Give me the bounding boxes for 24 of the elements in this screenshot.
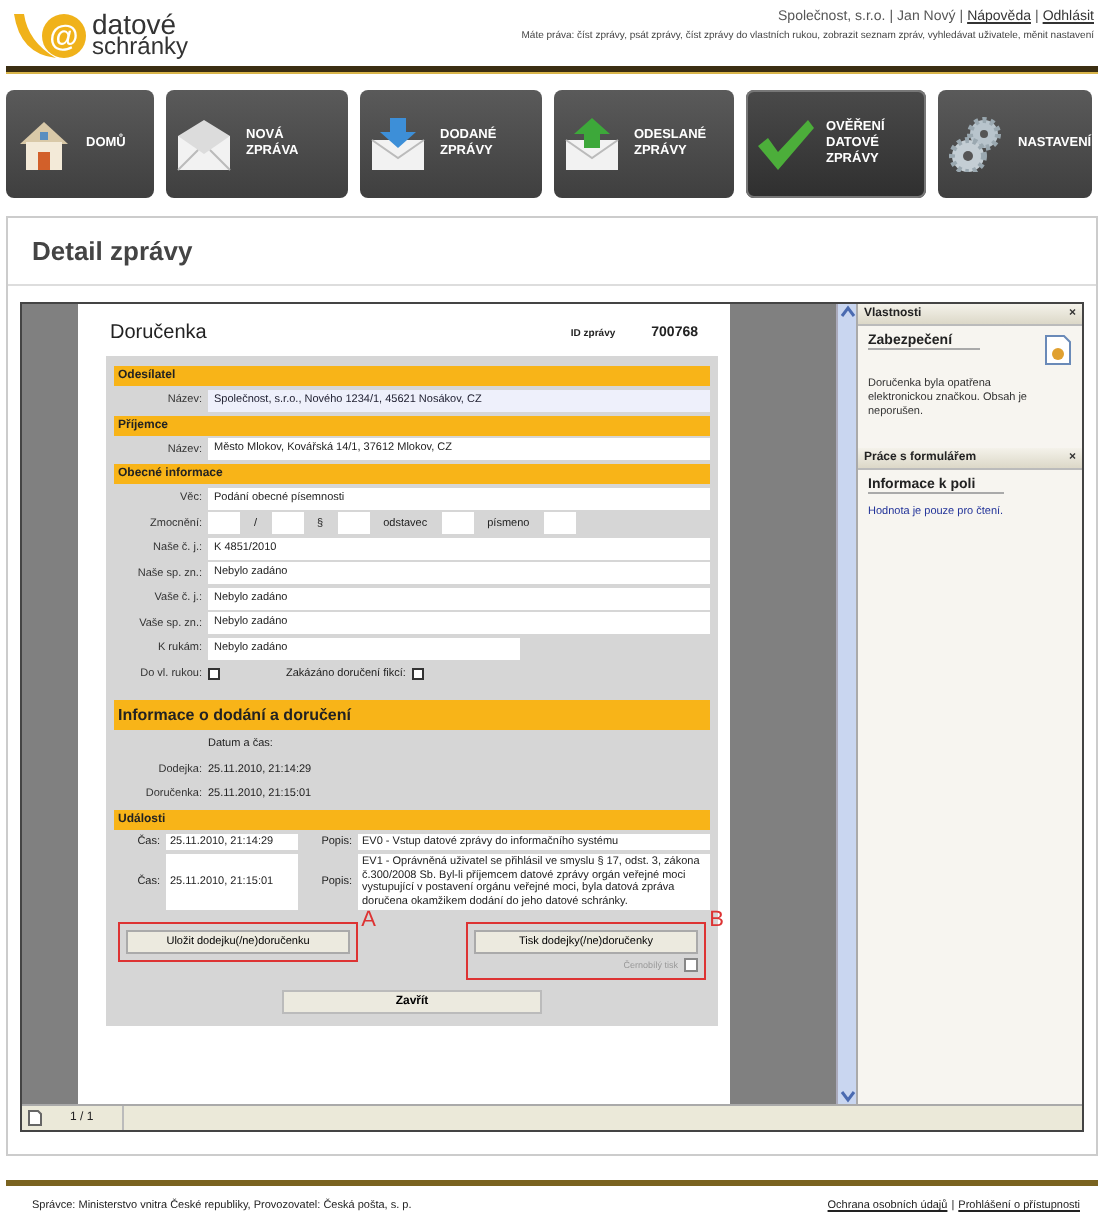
- document-title: Doručenka: [110, 322, 209, 344]
- annotation-letter: B: [709, 908, 724, 932]
- scroll-down-icon: [839, 1088, 855, 1104]
- gears-icon: [946, 116, 1006, 172]
- checkbox[interactable]: [411, 667, 424, 679]
- envelope-down-arrow-icon: [368, 116, 428, 172]
- input-field[interactable]: [208, 512, 240, 534]
- logo-text: datové: [92, 13, 177, 35]
- scroll-up-icon: [839, 304, 855, 320]
- input-field[interactable]: [441, 512, 474, 534]
- input-field[interactable]: [337, 512, 370, 534]
- logo-text: schránky: [92, 35, 189, 57]
- envelope-icon: [174, 116, 234, 172]
- input-field[interactable]: [271, 512, 304, 534]
- page-icon: [28, 1110, 42, 1126]
- input-field[interactable]: [543, 512, 576, 534]
- scrollbar[interactable]: [836, 304, 856, 1104]
- checkbox[interactable]: [208, 667, 220, 679]
- check-mark-icon: [754, 116, 814, 172]
- section-header: Informace o dodání a doručení: [114, 700, 710, 730]
- annotation-letter: A: [361, 908, 376, 932]
- document-icon: [1044, 334, 1072, 366]
- envelope-up-arrow-icon: [562, 116, 622, 172]
- page-title: Detail zprávy: [8, 218, 1096, 286]
